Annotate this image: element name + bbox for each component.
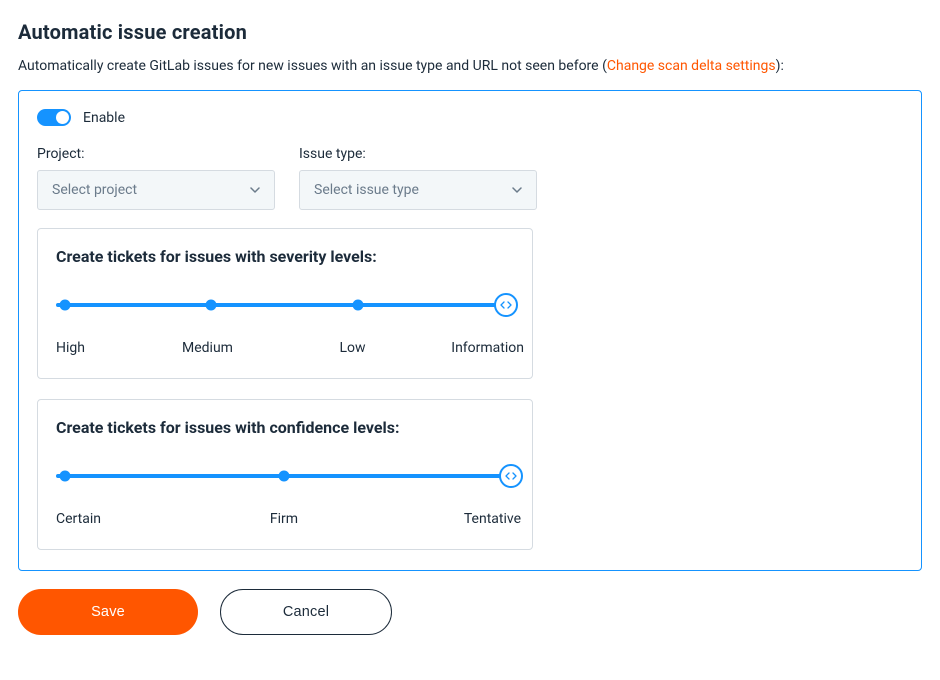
toggle-knob — [56, 111, 69, 124]
slider-handle[interactable] — [494, 293, 518, 317]
project-label: Project: — [37, 146, 275, 162]
severity-title: Create tickets for issues with severity … — [56, 247, 514, 266]
issue-type-label: Issue type: — [299, 146, 537, 162]
project-placeholder: Select project — [52, 182, 137, 198]
issue-type-select[interactable]: Select issue type — [299, 170, 537, 210]
slider-handle[interactable] — [499, 464, 523, 488]
slider-tick — [206, 300, 217, 311]
project-select[interactable]: Select project — [37, 170, 275, 210]
severity-slider[interactable] — [56, 298, 506, 312]
confidence-labels: Certain Firm Tentative — [56, 511, 511, 529]
chevron-down-icon — [250, 185, 260, 195]
page-title: Automatic issue creation — [18, 20, 922, 44]
intro-text: Automatically create GitLab issues for n… — [18, 58, 922, 74]
enable-label: Enable — [83, 110, 125, 126]
enable-toggle[interactable] — [37, 109, 71, 126]
slider-tick — [278, 471, 289, 482]
severity-label-medium: Medium — [182, 340, 233, 356]
slider-tick — [60, 471, 71, 482]
save-button[interactable]: Save — [18, 589, 198, 635]
chevron-down-icon — [512, 185, 522, 195]
settings-panel: Enable Project: Select project Issue typ… — [18, 90, 922, 571]
severity-label-information: Information — [451, 340, 524, 356]
confidence-slider[interactable] — [56, 469, 511, 483]
slider-tick — [352, 300, 363, 311]
confidence-card: Create tickets for issues with confidenc… — [37, 399, 533, 550]
severity-label-low: Low — [340, 340, 366, 356]
intro-suffix: ): — [776, 58, 784, 74]
confidence-label-certain: Certain — [56, 511, 101, 527]
severity-label-high: High — [56, 340, 85, 356]
slider-track — [56, 303, 506, 307]
action-row: Save Cancel — [18, 589, 922, 635]
cancel-button[interactable]: Cancel — [220, 589, 392, 635]
confidence-title: Create tickets for issues with confidenc… — [56, 418, 514, 437]
severity-card: Create tickets for issues with severity … — [37, 228, 533, 379]
intro-prefix: Automatically create GitLab issues for n… — [18, 58, 607, 74]
change-scan-delta-link[interactable]: Change scan delta settings — [607, 58, 776, 74]
severity-labels: High Medium Low Information — [56, 340, 506, 358]
confidence-label-firm: Firm — [270, 511, 298, 527]
slider-tick — [60, 300, 71, 311]
issue-type-placeholder: Select issue type — [314, 182, 419, 198]
confidence-label-tentative: Tentative — [464, 511, 521, 527]
